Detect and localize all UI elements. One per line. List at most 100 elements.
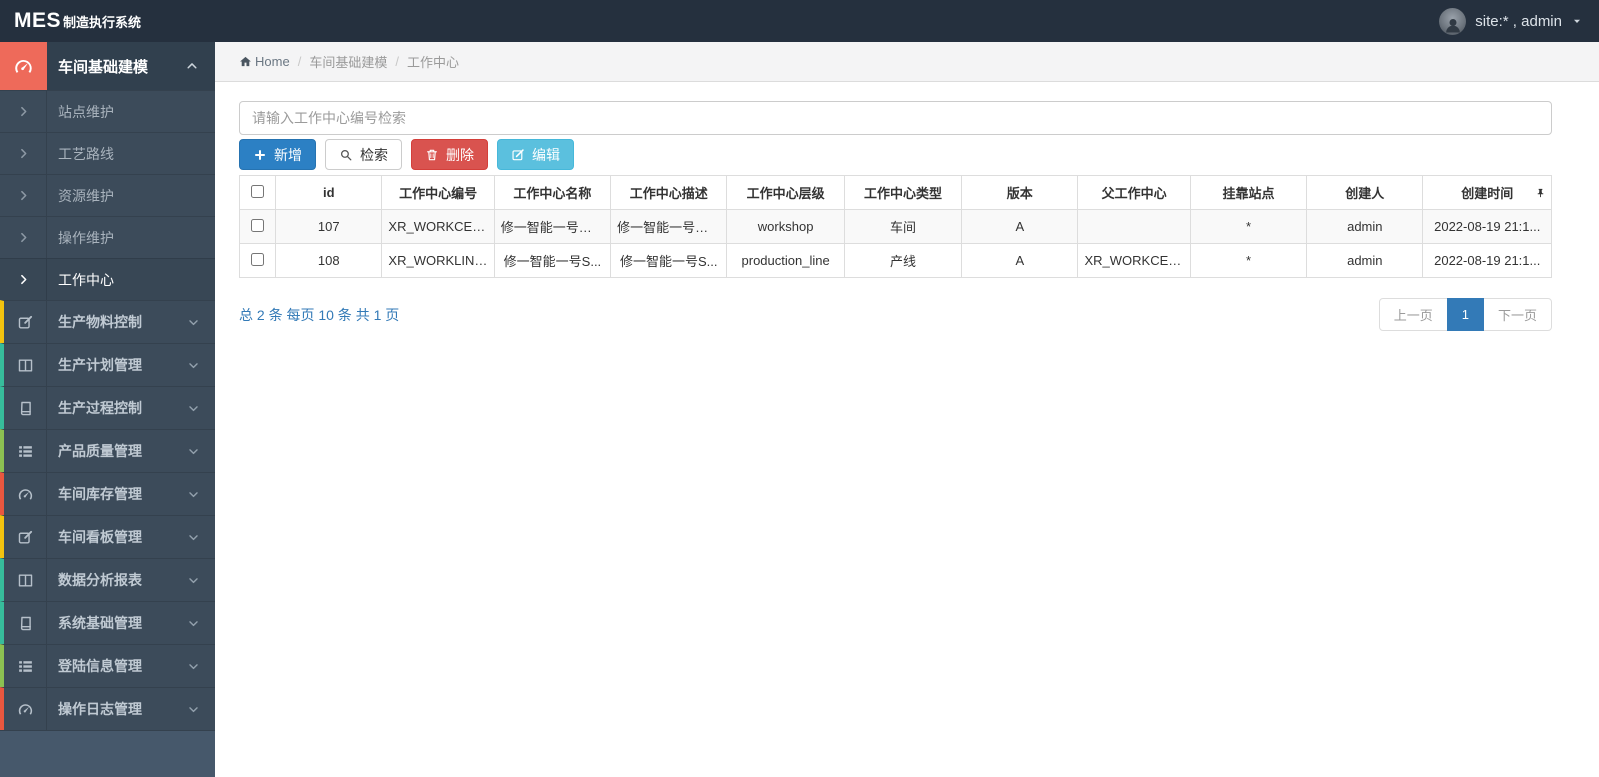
column-header-4: 工作中心描述: [610, 175, 728, 210]
chevron-right-icon: [17, 273, 30, 286]
user-menu[interactable]: site:* , admin: [1439, 7, 1583, 35]
column-header-11: 创建时间: [1422, 175, 1552, 210]
sidebar-subitem-label: 操作维护: [58, 229, 114, 246]
column-header-10: 创建人: [1306, 175, 1424, 210]
breadcrumb: Home / 车间基础建模 / 工作中心: [215, 42, 1599, 82]
logo-sub-text: 制造执行系统: [63, 15, 142, 30]
chevron-up-icon: [185, 59, 199, 73]
sidebar-section-label: 产品质量管理: [58, 443, 142, 459]
sidebar-section-2[interactable]: 生产计划管理: [0, 343, 215, 386]
table-cell: 修一智能一号S...: [493, 243, 612, 278]
sidebar-subitem-label: 资源维护: [58, 187, 114, 204]
logo-main-text: MES: [14, 9, 62, 32]
book-icon: [17, 615, 34, 632]
table-cell: A: [961, 243, 1079, 278]
table-cell: 产线: [843, 243, 963, 278]
row-checkbox-cell: [238, 243, 277, 278]
column-header-3: 工作中心名称: [493, 175, 612, 210]
user-label: site:* , admin: [1475, 12, 1562, 30]
column-header-8: 父工作中心: [1077, 175, 1191, 210]
toolbar: 新增 检索 删除 编辑: [239, 139, 1552, 170]
sidebar-submenu: 站点维护 工艺路线 资源维护 操作维护 工作中心: [0, 90, 215, 300]
row-checkbox-cell: [238, 209, 277, 244]
add-button[interactable]: 新增: [239, 139, 316, 170]
sidebar-section-6[interactable]: 车间看板管理: [0, 515, 215, 558]
sidebar-section-8[interactable]: 系统基础管理: [0, 601, 215, 644]
breadcrumb-crumb-2: 工作中心: [406, 55, 459, 70]
select-all-header-cell: [238, 175, 277, 210]
breadcrumb-separator: /: [395, 54, 399, 69]
sidebar-subitem-3[interactable]: 资源维护: [0, 174, 215, 216]
columns-icon: [17, 572, 34, 589]
main-area: Home / 车间基础建模 / 工作中心 新增 检索 删除 编辑 id工作中心编…: [215, 42, 1599, 777]
chevron-down-icon: [187, 703, 200, 716]
chevron-down-icon: [187, 445, 200, 458]
next-page-button[interactable]: 下一页: [1482, 298, 1552, 331]
sidebar-menu: 车间基础建模 站点维护 工艺路线 资源维护 操作维护 工作中心 生产物料控制 生…: [0, 42, 215, 731]
sidebar-section-label: 数据分析报表: [58, 572, 142, 588]
pencil-square-icon: [17, 314, 34, 331]
sidebar-section-7[interactable]: 数据分析报表: [0, 558, 215, 601]
pin-icon[interactable]: [1535, 187, 1546, 198]
dashboard-icon: [0, 42, 47, 90]
sidebar-subitem-2[interactable]: 工艺路线: [0, 132, 215, 174]
top-navbar: MES 制造执行系统 site:* , admin: [0, 0, 1599, 42]
sidebar-section-label: 车间看板管理: [58, 529, 142, 545]
sidebar-section-label: 生产过程控制: [58, 400, 142, 416]
table-cell: workshop: [726, 209, 845, 244]
sidebar-section-4[interactable]: 产品质量管理: [0, 429, 215, 472]
sidebar-section-label: 登陆信息管理: [58, 658, 142, 674]
caret-down-icon: [1571, 15, 1583, 27]
sidebar-section-5[interactable]: 车间库存管理: [0, 472, 215, 515]
page-1-button[interactable]: 1: [1446, 298, 1484, 331]
table-row-2: 108 XR_WORKLINE... 修一智能一号S... 修一智能一号S... pro…: [238, 243, 1552, 278]
sidebar-group-label: 车间基础建模: [58, 58, 149, 76]
table-cell: 修一智能一号车间: [493, 209, 612, 244]
table-cell: 107: [275, 209, 383, 244]
columns-icon: [17, 357, 34, 374]
pagination: 上一页 1 下一页: [1378, 298, 1552, 331]
column-header-7: 版本: [961, 175, 1079, 210]
search-input[interactable]: [239, 101, 1552, 135]
chevron-down-icon: [187, 359, 200, 372]
table-header-row: id 工作中心编号 工作中心名称 工作中心描述 工作中心层级 工作中心类型 版本 父工作中心挂…: [238, 175, 1552, 210]
sidebar-subitem-label: 站点维护: [58, 103, 114, 120]
sidebar-group-workshop-modeling[interactable]: 车间基础建模: [0, 42, 215, 90]
delete-button[interactable]: 删除: [411, 139, 488, 170]
sidebar-section-1[interactable]: 生产物料控制: [0, 300, 215, 343]
edit-icon: [511, 148, 525, 162]
breadcrumb-home[interactable]: Home: [239, 54, 290, 69]
table-cell: admin: [1306, 243, 1424, 278]
chevron-down-icon: [187, 531, 200, 544]
pagination-summary[interactable]: 总 2 条 每页 10 条 共 1 页: [239, 305, 399, 325]
breadcrumb-separator: /: [297, 54, 302, 69]
edit-button[interactable]: 编辑: [497, 139, 574, 170]
sidebar-section-10[interactable]: 操作日志管理: [0, 687, 215, 730]
column-header-6: 工作中心类型: [843, 175, 963, 210]
table-cell: *: [1189, 209, 1308, 244]
sidebar-subitem-1[interactable]: 站点维护: [0, 90, 215, 132]
column-header-2: 工作中心编号: [381, 175, 495, 210]
list-icon: [17, 658, 34, 675]
dashboard-icon: [17, 701, 34, 718]
sidebar-sections: 生产物料控制 生产计划管理 生产过程控制 产品质量管理 车间库存管理 车间看板管…: [0, 300, 215, 730]
sidebar-section-label: 系统基础管理: [58, 615, 142, 631]
avatar: [1439, 7, 1467, 35]
breadcrumb-home-label: Home: [255, 54, 290, 69]
sidebar-section-3[interactable]: 生产过程控制: [0, 386, 215, 429]
plus-icon: [253, 148, 267, 162]
sidebar-section-label: 操作日志管理: [58, 701, 142, 717]
chevron-down-icon: [187, 574, 200, 587]
row-checkbox[interactable]: [251, 218, 265, 232]
select-all-checkbox[interactable]: [251, 184, 265, 198]
prev-page-button[interactable]: 上一页: [1378, 298, 1448, 331]
sidebar-subitem-4[interactable]: 操作维护: [0, 216, 215, 258]
search-button[interactable]: 检索: [325, 139, 402, 170]
list-icon: [17, 443, 34, 460]
sidebar-subitem-5[interactable]: 工作中心: [0, 258, 215, 300]
sidebar-section-9[interactable]: 登陆信息管理: [0, 644, 215, 687]
row-checkbox[interactable]: [251, 252, 265, 266]
breadcrumb-crumb-1[interactable]: 车间基础建模: [309, 52, 387, 71]
sidebar: 车间基础建模 站点维护 工艺路线 资源维护 操作维护 工作中心 生产物料控制 生…: [0, 42, 215, 777]
dashboard-icon: [17, 486, 34, 503]
